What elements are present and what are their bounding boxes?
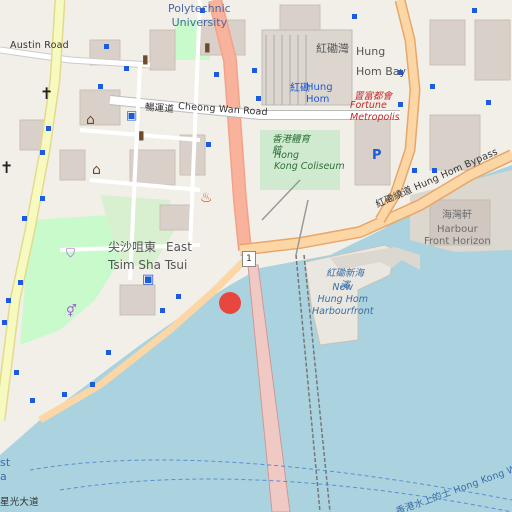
marker-icon[interactable]: [219, 292, 241, 314]
map-viewport[interactable]: ✝ ✝ ⌂ ⌂ ▮ ▮ ▮ ▣ ▣ ♨ P ⛉ ⚥ Austin Road 暢運…: [0, 0, 512, 512]
route-1-shield: 1: [242, 251, 256, 267]
bus-stop-icon[interactable]: [0, 0, 512, 512]
